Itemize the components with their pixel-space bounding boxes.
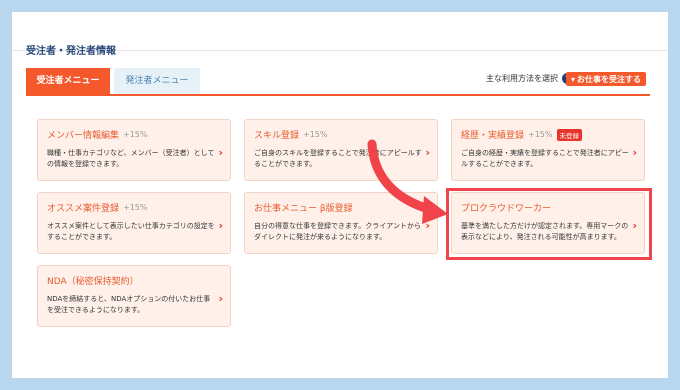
card-title: オススメ案件登録 (47, 204, 120, 214)
highlight-box (446, 188, 652, 260)
card-description: 職種・仕事カテゴリなど、メンバー（受注者）としての情報を登録できます。 (47, 149, 215, 168)
chevron-down-icon: ▾ (570, 74, 575, 84)
chevron-right-icon: › (632, 146, 637, 159)
card-percent: +15% (303, 130, 328, 139)
tab-underline (26, 94, 650, 96)
card-description: ご自身の経歴・実績を登録することで発注者にアピールすることができます。 (461, 149, 629, 168)
card-percent: +15% (123, 203, 148, 212)
card-title: スキル登録 (254, 131, 300, 141)
card-recommended-jobs[interactable]: オススメ案件登録 +15% オススメ案件として表示したい仕事カテゴリの設定をする… (37, 192, 231, 254)
card-title: 経歴・実績登録 (461, 131, 525, 141)
howto-link[interactable]: 主な利用方法を選択 ? (486, 73, 573, 84)
card-member-info[interactable]: メンバー情報編集 +15% 職種・仕事カテゴリなど、メンバー（受注者）としての情… (37, 119, 231, 181)
unregistered-badge: 未登録 (556, 128, 582, 141)
card-description: オススメ案件として表示したい仕事カテゴリの設定をすることができます。 (47, 222, 215, 241)
accept-work-label: お仕事を受注する (577, 74, 641, 84)
card-title: お仕事メニュー β版登録 (254, 204, 353, 214)
card-description: NDAを締結すると、NDAオプションの付いたお仕事を受注できるようになります。 (47, 295, 211, 314)
tab-contractor-menu[interactable]: 受注者メニュー (26, 68, 110, 94)
page-title: 受注者・発注者情報 (26, 46, 116, 57)
card-nda[interactable]: NDA（秘密保持契約） NDAを締結すると、NDAオプションの付いたお仕事を受注… (37, 265, 231, 327)
card-career-register[interactable]: 経歴・実績登録 +15% 未登録 ご自身の経歴・実績を登録することで発注者にアピ… (451, 119, 645, 181)
accept-work-button[interactable]: ▾ お仕事を受注する (566, 72, 646, 86)
chevron-right-icon: › (218, 292, 223, 305)
card-percent: +15% (123, 130, 148, 139)
annotation-arrow-icon (367, 139, 448, 224)
card-title: メンバー情報編集 (47, 131, 120, 141)
card-title: NDA（秘密保持契約） (47, 277, 139, 287)
howto-label: 主な利用方法を選択 (486, 74, 558, 83)
tab-client-menu[interactable]: 発注者メニュー (114, 68, 200, 94)
chevron-right-icon: › (218, 219, 223, 232)
card-percent: +15% (528, 130, 553, 139)
chevron-right-icon: › (218, 146, 223, 159)
